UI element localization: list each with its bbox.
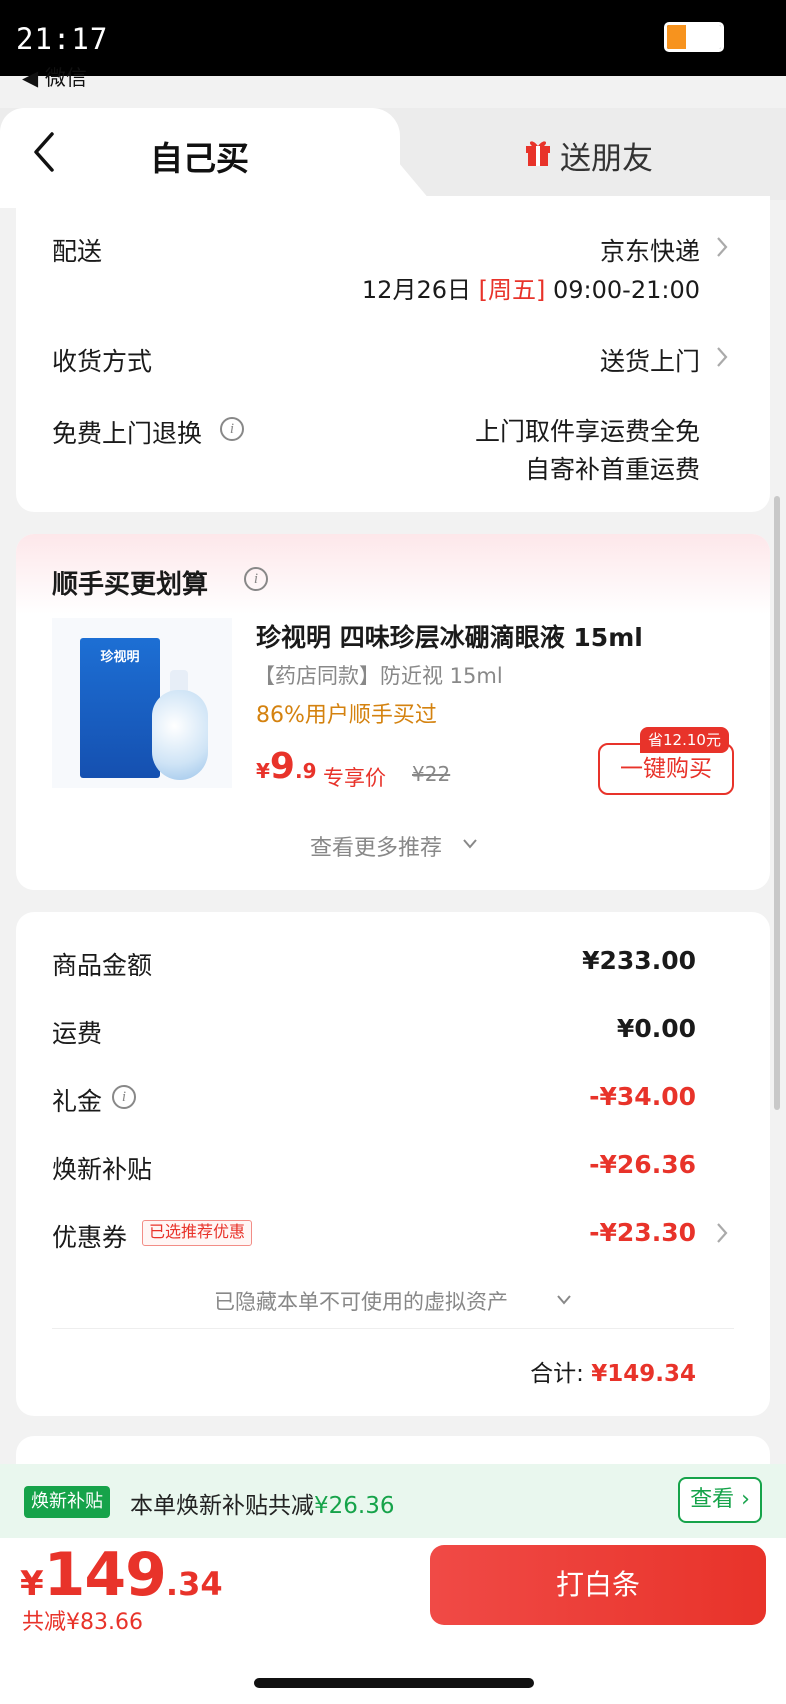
product-spec: 【药店同款】防近视 15ml xyxy=(254,664,503,688)
product-name[interactable]: 珍视明 四味珍层冰硼滴眼液 15ml xyxy=(256,618,643,654)
total-label: 合计: xyxy=(530,1361,584,1387)
delivery-weekday: [周五] xyxy=(478,276,546,304)
info-icon[interactable]: i xyxy=(112,1085,136,1109)
free-return-line2: 自寄补首重运费 xyxy=(524,455,700,484)
footer-price: ¥149.34 xyxy=(20,1540,223,1610)
footer-total-discount[interactable]: 共减¥83.66 xyxy=(22,1604,143,1636)
divider xyxy=(52,1328,734,1329)
delivery-date: 12月26日 xyxy=(361,276,471,304)
free-return-line1: 上门取件享运费全免 xyxy=(474,417,700,446)
gift-icon xyxy=(526,141,550,166)
original-price: ¥22 xyxy=(412,762,451,786)
footer-price-dec: .34 xyxy=(165,1565,223,1603)
total-row: 合计: ¥149.34 xyxy=(530,1354,696,1388)
footer-price-symbol: ¥ xyxy=(20,1564,44,1604)
back-to-app-link[interactable]: ◀ 微信 xyxy=(22,62,87,92)
pay-with-baitiao-button[interactable]: 打白条 xyxy=(430,1545,766,1625)
info-icon[interactable]: i xyxy=(220,417,244,441)
price-label: 专享价 xyxy=(323,766,386,790)
gift-cash-label: 礼金 xyxy=(52,1087,103,1116)
price-symbol: ¥ xyxy=(256,759,270,783)
view-subsidy-label: 查看 xyxy=(690,1487,735,1512)
shipping-value: ¥0.00 xyxy=(616,1014,696,1043)
chevron-right-icon[interactable] xyxy=(716,1222,728,1244)
product-box-label: 珍视明 xyxy=(100,650,140,665)
home-indicator[interactable] xyxy=(254,1678,534,1688)
chevron-right-icon: › xyxy=(734,1487,750,1512)
save-badge: 省12.10元 xyxy=(640,727,729,753)
delivery-time[interactable]: 12月26日 [周五] 09:00-21:00 xyxy=(362,270,700,305)
more-recommend-link[interactable]: 查看更多推荐 xyxy=(310,830,442,862)
chevron-right-icon[interactable] xyxy=(716,236,728,258)
subsidy-value: -¥26.36 xyxy=(589,1150,696,1179)
subsidy-tag: 焕新补贴 xyxy=(24,1486,110,1518)
coupon-selected-tag: 已选推荐优惠 xyxy=(142,1220,253,1246)
total-value: ¥149.34 xyxy=(591,1361,696,1387)
chevron-down-icon[interactable] xyxy=(462,838,478,850)
subsidy-banner-text: 本单焕新补贴共减¥26.36 xyxy=(130,1486,394,1520)
product-price: ¥9.9 xyxy=(256,746,317,787)
delivery-label: 配送 xyxy=(52,237,103,266)
price-dec: .9 xyxy=(294,759,317,783)
back-chevron-icon[interactable] xyxy=(32,130,56,174)
shipping-label: 运费 xyxy=(52,1019,103,1048)
scrollbar[interactable] xyxy=(774,496,780,1110)
gift-cash-value: -¥34.00 xyxy=(589,1082,696,1111)
status-time: 21:17 xyxy=(16,22,109,56)
tab-self-label[interactable]: 自己买 xyxy=(150,132,249,180)
price-int: 9 xyxy=(269,746,295,787)
receive-label: 收货方式 xyxy=(52,347,153,376)
subsidy-label: 焕新补贴 xyxy=(52,1155,153,1184)
info-icon[interactable]: i xyxy=(244,567,268,591)
chevron-down-icon[interactable] xyxy=(556,1294,572,1306)
delivery-carrier[interactable]: 京东快递 xyxy=(600,232,700,268)
battery-icon xyxy=(664,22,724,52)
addon-title: 顺手买更划算 xyxy=(52,570,209,600)
free-return-label: 免费上门退换 xyxy=(52,419,203,448)
product-image[interactable]: 珍视明 xyxy=(52,618,232,788)
subsidy-banner-label: 本单焕新补贴共减 xyxy=(130,1493,314,1519)
tab-friend-label[interactable]: 送朋友 xyxy=(560,133,653,178)
hidden-assets-link[interactable]: 已隐藏本单不可使用的虚拟资产 xyxy=(214,1286,508,1316)
subsidy-banner-amount: ¥26.36 xyxy=(314,1493,395,1519)
view-subsidy-button[interactable]: 查看 › xyxy=(678,1477,762,1523)
bottle xyxy=(152,690,208,780)
receive-value[interactable]: 送货上门 xyxy=(600,342,700,378)
delivery-time-range: 09:00-21:00 xyxy=(553,276,700,304)
goods-amount-label: 商品金额 xyxy=(52,951,153,980)
coupon-label: 优惠券 xyxy=(52,1223,128,1252)
product-stat: 86%用户顺手买过 xyxy=(256,703,437,728)
coupon-value[interactable]: -¥23.30 xyxy=(589,1218,696,1247)
goods-amount-value: ¥233.00 xyxy=(582,946,696,975)
chevron-right-icon[interactable] xyxy=(716,346,728,368)
footer-price-int: 149 xyxy=(43,1540,167,1610)
